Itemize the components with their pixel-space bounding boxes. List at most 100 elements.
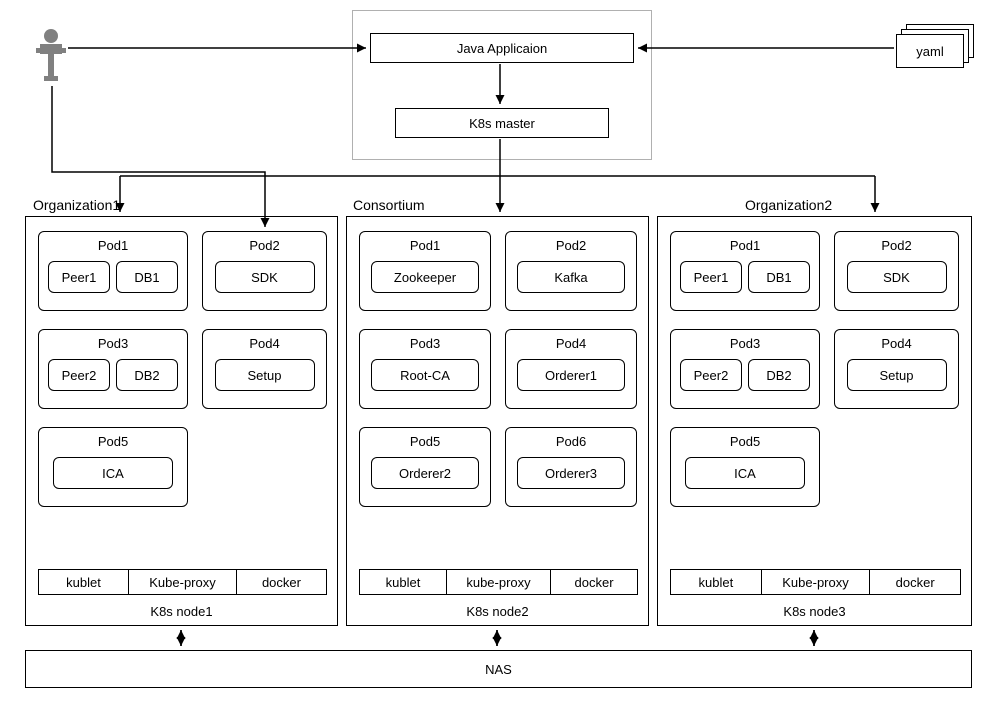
item-label: Root-CA — [400, 368, 450, 383]
org2-docker: docker — [869, 569, 961, 595]
org2-title: Organization2 — [745, 197, 832, 213]
k8s-master-label: K8s master — [469, 116, 535, 131]
org2-caption: K8s node3 — [783, 604, 845, 619]
cons-rootca: Root-CA — [371, 359, 479, 391]
item-label: Peer1 — [62, 270, 97, 285]
pod-label: Pod5 — [730, 434, 760, 449]
org1-peer2: Peer2 — [48, 359, 110, 391]
cons-kublet: kublet — [359, 569, 446, 595]
cons-pod5: Pod5 Orderer2 — [359, 427, 491, 507]
pod-label: Pod5 — [98, 434, 128, 449]
pod-label: Pod2 — [556, 238, 586, 253]
item-label: Zookeeper — [394, 270, 456, 285]
org1-pod3: Pod3 Peer2 DB2 — [38, 329, 188, 409]
org2-kubeproxy: Kube-proxy — [761, 569, 870, 595]
footer-label: kublet — [698, 575, 733, 590]
cons-pod2: Pod2 Kafka — [505, 231, 637, 311]
footer-label: docker — [575, 575, 614, 590]
consortium-container: Pod1 Zookeeper Pod2 Kafka Pod3 Root-CA P… — [346, 216, 649, 626]
pod-label: Pod4 — [556, 336, 586, 351]
cons-kafka: Kafka — [517, 261, 625, 293]
cons-orderer2: Orderer2 — [371, 457, 479, 489]
item-label: Peer2 — [62, 368, 97, 383]
org1-setup: Setup — [215, 359, 315, 391]
cons-caption: K8s node2 — [466, 604, 528, 619]
item-label: ICA — [734, 466, 756, 481]
org2-pod1: Pod1 Peer1 DB1 — [670, 231, 820, 311]
cons-pod4: Pod4 Orderer1 — [505, 329, 637, 409]
cons-zookeeper: Zookeeper — [371, 261, 479, 293]
org1-container: Pod1 Peer1 DB1 Pod2 SDK Pod3 Peer2 DB2 — [25, 216, 338, 626]
org1-title: Organization1 — [33, 197, 120, 213]
footer-label: kublet — [66, 575, 101, 590]
item-label: DB1 — [766, 270, 791, 285]
org1-db1: DB1 — [116, 261, 178, 293]
org2-peer1: Peer1 — [680, 261, 742, 293]
org1-sdk: SDK — [215, 261, 315, 293]
org1-ica: ICA — [53, 457, 173, 489]
consortium-title: Consortium — [353, 197, 425, 213]
org1-db2: DB2 — [116, 359, 178, 391]
item-label: Setup — [248, 368, 282, 383]
footer-label: Kube-proxy — [149, 575, 215, 590]
cons-pod3: Pod3 Root-CA — [359, 329, 491, 409]
org2-pod2: Pod2 SDK — [834, 231, 959, 311]
org2-pod4: Pod4 Setup — [834, 329, 959, 409]
java-application-box: Java Applicaion — [370, 33, 634, 63]
item-label: DB2 — [134, 368, 159, 383]
org1-pod4: Pod4 Setup — [202, 329, 327, 409]
org2-container: Pod1 Peer1 DB1 Pod2 SDK Pod3 Peer2 DB2 P — [657, 216, 972, 626]
cons-pod6: Pod6 Orderer3 — [505, 427, 637, 507]
org2-db1: DB1 — [748, 261, 810, 293]
org1-peer1: Peer1 — [48, 261, 110, 293]
org2-setup: Setup — [847, 359, 947, 391]
k8s-master-box: K8s master — [395, 108, 609, 138]
footer-label: kube-proxy — [466, 575, 530, 590]
item-label: Peer1 — [694, 270, 729, 285]
item-label: Setup — [880, 368, 914, 383]
cons-pod1: Pod1 Zookeeper — [359, 231, 491, 311]
org1-docker: docker — [236, 569, 327, 595]
org1-caption: K8s node1 — [150, 604, 212, 619]
pod-label: Pod2 — [881, 238, 911, 253]
org2-pod3: Pod3 Peer2 DB2 — [670, 329, 820, 409]
yaml-file-icon: yaml — [896, 24, 974, 68]
footer-label: kublet — [386, 575, 421, 590]
org1-kublet: kublet — [38, 569, 128, 595]
nas-label: NAS — [485, 662, 512, 677]
user-icon — [36, 28, 66, 86]
pod-label: Pod1 — [410, 238, 440, 253]
org1-pod5: Pod5 ICA — [38, 427, 188, 507]
nas-box: NAS — [25, 650, 972, 688]
pod-label: Pod3 — [410, 336, 440, 351]
item-label: Orderer1 — [545, 368, 597, 383]
item-label: Kafka — [554, 270, 587, 285]
cons-orderer3: Orderer3 — [517, 457, 625, 489]
pod-label: Pod5 — [410, 434, 440, 449]
pod-label: Pod6 — [556, 434, 586, 449]
java-application-label: Java Applicaion — [457, 41, 547, 56]
item-label: SDK — [251, 270, 278, 285]
footer-label: Kube-proxy — [782, 575, 848, 590]
cons-docker: docker — [550, 569, 638, 595]
pod-label: Pod1 — [730, 238, 760, 253]
footer-label: docker — [262, 575, 301, 590]
yaml-label: yaml — [916, 44, 943, 59]
org2-db2: DB2 — [748, 359, 810, 391]
pod-label: Pod3 — [98, 336, 128, 351]
org2-peer2: Peer2 — [680, 359, 742, 391]
item-label: DB2 — [766, 368, 791, 383]
cons-kubeproxy: kube-proxy — [446, 569, 550, 595]
org2-ica: ICA — [685, 457, 805, 489]
item-label: Orderer3 — [545, 466, 597, 481]
org2-sdk: SDK — [847, 261, 947, 293]
pod-label: Pod1 — [98, 238, 128, 253]
org2-pod5: Pod5 ICA — [670, 427, 820, 507]
org1-pod1: Pod1 Peer1 DB1 — [38, 231, 188, 311]
org2-kublet: kublet — [670, 569, 761, 595]
item-label: DB1 — [134, 270, 159, 285]
pod-label: Pod4 — [249, 336, 279, 351]
footer-label: docker — [896, 575, 935, 590]
org1-kubeproxy: Kube-proxy — [128, 569, 236, 595]
item-label: SDK — [883, 270, 910, 285]
